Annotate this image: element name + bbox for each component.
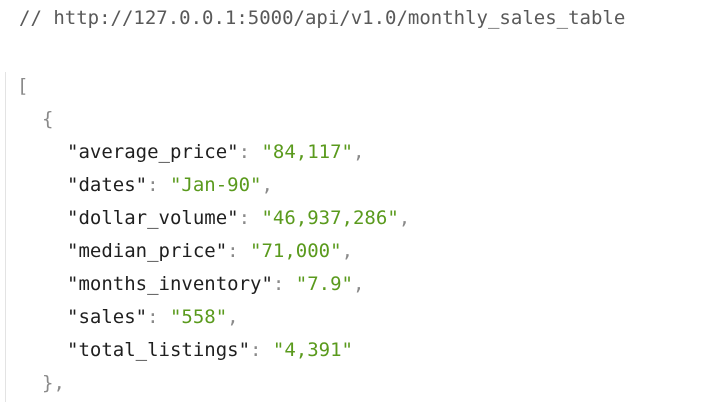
json-viewer: // http://127.0.0.1:5000/api/v1.0/monthl… (0, 0, 713, 402)
json-colon: : (272, 273, 296, 295)
json-entry: "sales": "558", (67, 303, 239, 331)
json-colon: : (238, 141, 262, 163)
json-comma: , (227, 306, 239, 328)
json-entry: "median_price": "71,000", (67, 237, 353, 265)
json-key: "dates" (67, 174, 148, 196)
json-value: "Jan-90" (169, 174, 262, 196)
json-value: "4,391" (272, 339, 353, 361)
json-colon: : (250, 339, 273, 361)
json-value: "84,117" (261, 141, 353, 163)
json-key: "average_price" (67, 141, 239, 163)
json-colon: : (147, 174, 170, 196)
json-key: "median_price" (67, 240, 228, 262)
indent-guide (5, 72, 6, 402)
json-key: "sales" (67, 306, 148, 328)
json-value: "71,000" (250, 240, 342, 262)
json-key: "dollar_volume" (67, 207, 239, 229)
json-colon: : (238, 207, 262, 229)
json-value: "7.9" (295, 273, 353, 295)
json-value: "558" (169, 306, 228, 328)
object-close-brace: }, (42, 372, 65, 394)
json-key: "total_listings" (67, 339, 251, 361)
object-open-brace: { (42, 108, 54, 130)
json-entry: "dollar_volume": "46,937,286", (67, 204, 410, 232)
json-entry: "average_price": "84,117", (67, 138, 364, 166)
url-comment: // http://127.0.0.1:5000/api/v1.0/monthl… (19, 7, 626, 29)
json-comma: , (353, 273, 365, 295)
json-comma: , (261, 174, 273, 196)
json-entry: "total_listings": "4,391" (67, 336, 353, 364)
json-comma: , (398, 207, 411, 229)
json-key: "months_inventory" (67, 273, 273, 295)
json-entry: "months_inventory": "7.9", (67, 270, 364, 298)
json-comma: , (341, 240, 354, 262)
json-value: "46,937,286" (261, 207, 399, 229)
json-colon: : (147, 306, 170, 328)
json-colon: : (227, 240, 251, 262)
json-comma: , (353, 141, 365, 163)
array-open-bracket: [ (17, 75, 29, 97)
json-entry: "dates": "Jan-90", (67, 171, 273, 199)
